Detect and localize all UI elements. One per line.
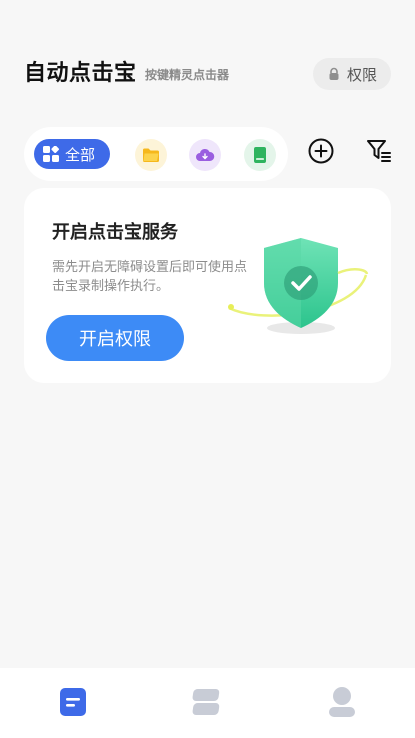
profile-icon (329, 687, 355, 717)
tab-all[interactable]: 全部 (34, 139, 110, 169)
header: 自动点击宝 按键精灵点击器 权限 (24, 58, 391, 92)
home-icon (60, 688, 86, 716)
tab-all-label: 全部 (65, 145, 96, 164)
nav-records[interactable] (189, 684, 225, 720)
tab-cloud[interactable] (189, 139, 221, 171)
enable-permission-button[interactable]: 开启权限 (46, 315, 184, 361)
shield-check-icon (228, 238, 369, 334)
filter-button[interactable] (364, 136, 394, 166)
cloud-icon (196, 148, 215, 161)
permission-label: 权限 (346, 65, 377, 84)
lock-icon (329, 67, 339, 80)
bottom-navigation (0, 668, 415, 738)
filter-list-icon (367, 140, 391, 162)
tab-book[interactable] (244, 139, 276, 171)
folder-icon (143, 148, 159, 162)
permission-button[interactable]: 权限 (313, 58, 391, 90)
add-button[interactable] (306, 136, 336, 166)
book-icon (254, 147, 266, 163)
app-subtitle: 按键精灵点击器 (145, 68, 230, 82)
nav-profile[interactable] (324, 684, 360, 720)
records-icon (192, 689, 220, 715)
category-filter-bar: 全部 (24, 127, 288, 181)
app-title: 自动点击宝 (24, 61, 137, 86)
service-card-title: 开启点击宝服务 (52, 222, 178, 243)
nav-home[interactable] (55, 684, 91, 720)
grid-icon (43, 146, 59, 162)
add-circle-icon (308, 138, 334, 164)
tab-folder[interactable] (135, 139, 167, 171)
service-card: 开启点击宝服务 需先开启无障碍设置后即可使用点击宝录制操作执行。 开启权限 (24, 188, 391, 383)
